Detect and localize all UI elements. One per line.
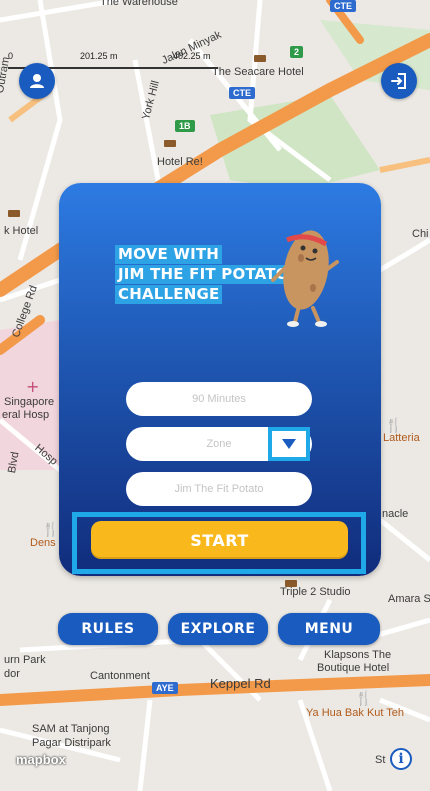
profile-button[interactable] xyxy=(19,63,55,99)
svg-text:🍴: 🍴 xyxy=(42,521,59,538)
challenge-title-line: JIM THE FIT POTATO xyxy=(115,265,292,284)
map-label: Dens xyxy=(30,537,56,549)
map-label: SAM at Tanjong xyxy=(32,723,110,735)
map-label: Amara S xyxy=(388,593,430,605)
map-label: eral Hosp xyxy=(2,409,50,421)
map-label: urn Park xyxy=(4,654,46,666)
logout-icon xyxy=(391,73,406,89)
explore-button[interactable]: EXPLORE xyxy=(168,613,268,645)
map-label: Ya Hua Bak Kut Teh xyxy=(306,707,405,719)
road-shield: CTE xyxy=(229,87,255,99)
map-label: Keppel Rd xyxy=(210,676,271,691)
rules-button[interactable]: RULES xyxy=(58,613,158,645)
challenge-title-line: CHALLENGE xyxy=(115,285,223,304)
road-shield: AYE xyxy=(152,682,178,694)
road-shield: 2 xyxy=(290,46,304,58)
map-label: Triple 2 Studio xyxy=(280,586,351,598)
map-label: Latteria xyxy=(383,432,420,444)
info-icon: i xyxy=(398,751,404,767)
map-label: Klapsons The xyxy=(324,649,392,661)
map-label: Chi xyxy=(412,228,429,240)
zone-dropdown-toggle[interactable] xyxy=(268,427,310,461)
map-label: The Warehouse xyxy=(100,0,178,8)
map-label: St xyxy=(375,754,386,766)
potato-mascot xyxy=(271,230,339,327)
logout-button[interactable] xyxy=(381,63,417,99)
map-info-button[interactable]: i xyxy=(390,748,412,770)
map-label: Boutique Hotel xyxy=(317,662,390,674)
map-label: Pagar Distripark xyxy=(32,737,111,749)
map-label: dor xyxy=(4,668,20,680)
road-shield: 1B xyxy=(175,120,195,132)
map-label: Cantonment xyxy=(90,670,150,682)
svg-text:+: + xyxy=(26,377,39,396)
svg-text:🍴: 🍴 xyxy=(355,690,372,707)
challenge-name-field[interactable]: Jim The Fit Potato xyxy=(126,472,312,506)
map-label: Singapore xyxy=(4,396,55,408)
challenge-title-line: MOVE WITH xyxy=(115,245,223,264)
mapbox-logo[interactable]: mapbox xyxy=(16,752,66,767)
menu-button[interactable]: MENU xyxy=(278,613,380,645)
map-label: nacle xyxy=(382,508,409,520)
map-label: The Seacare Hotel xyxy=(212,66,304,78)
map-label: k Hotel xyxy=(4,225,39,237)
road-shield: CTE xyxy=(330,0,356,12)
triangle-down-icon xyxy=(282,439,296,449)
duration-field[interactable]: 90 Minutes xyxy=(126,382,312,416)
profile-icon xyxy=(30,74,44,88)
map-label: Hotel Re! xyxy=(157,156,203,168)
start-button[interactable]: START xyxy=(91,521,348,559)
